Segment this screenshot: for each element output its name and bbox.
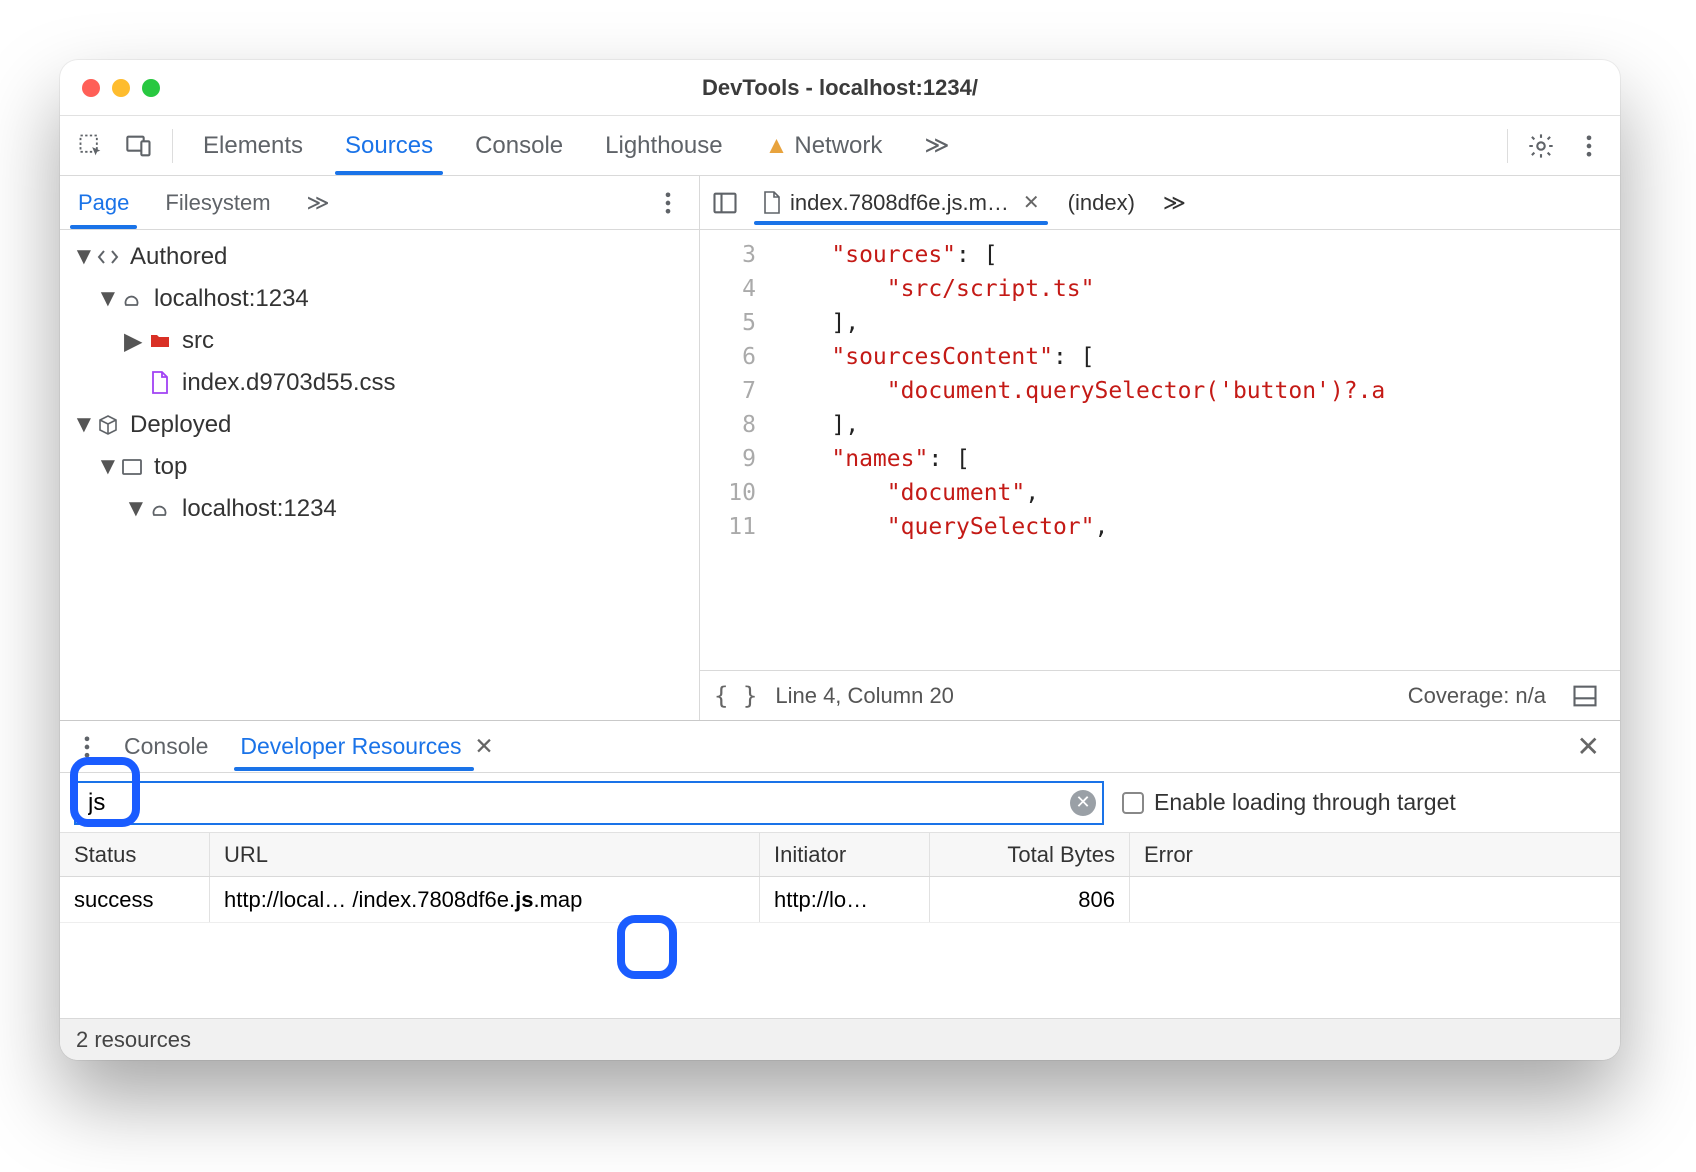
subtab-filesystem[interactable]: Filesystem (147, 178, 288, 228)
inspect-element-icon[interactable] (70, 125, 112, 167)
lineno: 10 (700, 476, 756, 510)
lineno: 9 (700, 442, 756, 476)
devres-toolbar: ✕ Enable loading through target (60, 773, 1620, 833)
checkbox-icon (1122, 792, 1144, 814)
col-status[interactable]: Status (60, 833, 210, 876)
tree-label: Deployed (130, 411, 231, 439)
devres-table-body: success http://local… /index.7808df6e.js… (60, 877, 1620, 1018)
table-row[interactable]: success http://local… /index.7808df6e.js… (60, 877, 1620, 923)
drawer-tab-devres[interactable]: Developer Resources ✕ (224, 723, 509, 770)
col-url[interactable]: URL (210, 833, 760, 876)
editor-tabs-overflow[interactable]: ≫ (1151, 182, 1198, 224)
drawer-tab-console[interactable]: Console (108, 723, 224, 770)
tree-label: index.d9703d55.css (182, 369, 396, 397)
tab-console[interactable]: Console (457, 118, 581, 174)
subtabs-overflow[interactable]: ≫ (289, 178, 348, 228)
code-content: "sources": [ "src/script.ts" ], "sources… (770, 230, 1385, 670)
lineno: 6 (700, 340, 756, 374)
col-total-bytes[interactable]: Total Bytes (930, 833, 1130, 876)
tree-authored[interactable]: ▼Authored (60, 236, 699, 278)
drawer-tabs: Console Developer Resources ✕ ✕ (60, 721, 1620, 773)
tab-network-label: Network (794, 132, 882, 159)
clear-filter-icon[interactable]: ✕ (1070, 790, 1096, 816)
lineno: 4 (700, 272, 756, 306)
devres-footer: 2 resources (60, 1018, 1620, 1060)
filter-input-wrap: ✕ (74, 781, 1104, 825)
file-tab-index[interactable]: (index) (1056, 182, 1147, 224)
drawer-tab-label: Developer Resources (240, 733, 461, 759)
tree-label: localhost:1234 (154, 285, 309, 313)
tab-lighthouse[interactable]: Lighthouse (587, 118, 740, 174)
divider (172, 129, 173, 163)
sources-body: ▼Authored ▼localhost:1234 ▶src index.d97… (60, 230, 1620, 720)
cell-url: http://local… /index.7808df6e.js.map (210, 877, 760, 922)
tree-label: localhost:1234 (182, 495, 337, 523)
subtab-page[interactable]: Page (60, 178, 147, 228)
line-gutter: 3 4 5 6 7 8 9 10 11 (700, 230, 770, 670)
window-title: DevTools - localhost:1234/ (60, 75, 1620, 101)
settings-icon[interactable] (1520, 125, 1562, 167)
tree-file-css[interactable]: index.d9703d55.css (60, 362, 699, 404)
col-error[interactable]: Error (1130, 833, 1620, 876)
tabs-overflow[interactable]: ≫ (906, 117, 967, 174)
device-toolbar-icon[interactable] (118, 125, 160, 167)
col-initiator[interactable]: Initiator (760, 833, 930, 876)
tree-label: Authored (130, 243, 227, 271)
cell-bytes: 806 (930, 877, 1130, 922)
drawer: Console Developer Resources ✕ ✕ ✕ Enable… (60, 720, 1620, 1060)
cell-error (1130, 877, 1620, 922)
cell-initiator: http://lo… (760, 877, 930, 922)
editor-tabs: index.7808df6e.js.m… ✕ (index) ≫ (700, 176, 1620, 229)
tree-label: top (154, 453, 187, 481)
tree-deployed[interactable]: ▼Deployed (60, 404, 699, 446)
close-tab-icon[interactable]: ✕ (474, 733, 493, 759)
filter-input[interactable] (74, 781, 1104, 825)
close-tab-icon[interactable]: ✕ (1023, 190, 1040, 215)
format-brackets-icon[interactable]: { } (714, 682, 757, 710)
tab-sources[interactable]: Sources (327, 118, 451, 174)
secondary-toolbar: Page Filesystem ≫ index.7808df6e.js.m… ✕… (60, 176, 1620, 230)
lineno: 11 (700, 510, 756, 544)
file-tree: ▼Authored ▼localhost:1234 ▶src index.d97… (60, 230, 700, 720)
warning-icon: ▲ (765, 132, 789, 159)
devtools-window: DevTools - localhost:1234/ Elements Sour… (60, 60, 1620, 1060)
tree-host-deployed[interactable]: ▼localhost:1234 (60, 488, 699, 530)
main-toolbar: Elements Sources Console Lighthouse ▲Net… (60, 116, 1620, 176)
navigator-tabs: Page Filesystem ≫ (60, 176, 700, 229)
navigator-more-icon[interactable] (647, 182, 689, 224)
editor-statusbar: { } Line 4, Column 20 Coverage: n/a (700, 670, 1620, 720)
tab-network[interactable]: ▲Network (747, 118, 901, 174)
lineno: 7 (700, 374, 756, 408)
tree-label: src (182, 327, 214, 355)
toggle-navigator-icon[interactable] (704, 182, 746, 224)
code-editor[interactable]: 3 4 5 6 7 8 9 10 11 "sources": [ "src/sc… (700, 230, 1620, 670)
file-tab-label: index.7808df6e.js.m… (790, 190, 1009, 216)
close-drawer-icon[interactable]: ✕ (1563, 730, 1614, 763)
kebab-menu-icon[interactable] (1568, 125, 1610, 167)
lineno: 8 (700, 408, 756, 442)
cursor-position: Line 4, Column 20 (775, 683, 954, 709)
tree-host-authored[interactable]: ▼localhost:1234 (60, 278, 699, 320)
drawer-menu-icon[interactable] (66, 726, 108, 768)
coverage-label: Coverage: n/a (1408, 683, 1546, 709)
toggle-details-icon[interactable] (1564, 675, 1606, 717)
tab-elements[interactable]: Elements (185, 118, 321, 174)
enable-loading-checkbox[interactable]: Enable loading through target (1122, 789, 1456, 816)
file-tab-active[interactable]: index.7808df6e.js.m… ✕ (750, 182, 1052, 224)
file-icon (762, 191, 782, 215)
tree-top[interactable]: ▼top (60, 446, 699, 488)
lineno: 3 (700, 238, 756, 272)
cell-status: success (60, 877, 210, 922)
lineno: 5 (700, 306, 756, 340)
divider (1507, 129, 1508, 163)
tree-folder-src[interactable]: ▶src (60, 320, 699, 362)
devres-table-header: Status URL Initiator Total Bytes Error (60, 833, 1620, 877)
titlebar: DevTools - localhost:1234/ (60, 60, 1620, 116)
editor-panel: 3 4 5 6 7 8 9 10 11 "sources": [ "src/sc… (700, 230, 1620, 720)
checkbox-label: Enable loading through target (1154, 789, 1456, 816)
